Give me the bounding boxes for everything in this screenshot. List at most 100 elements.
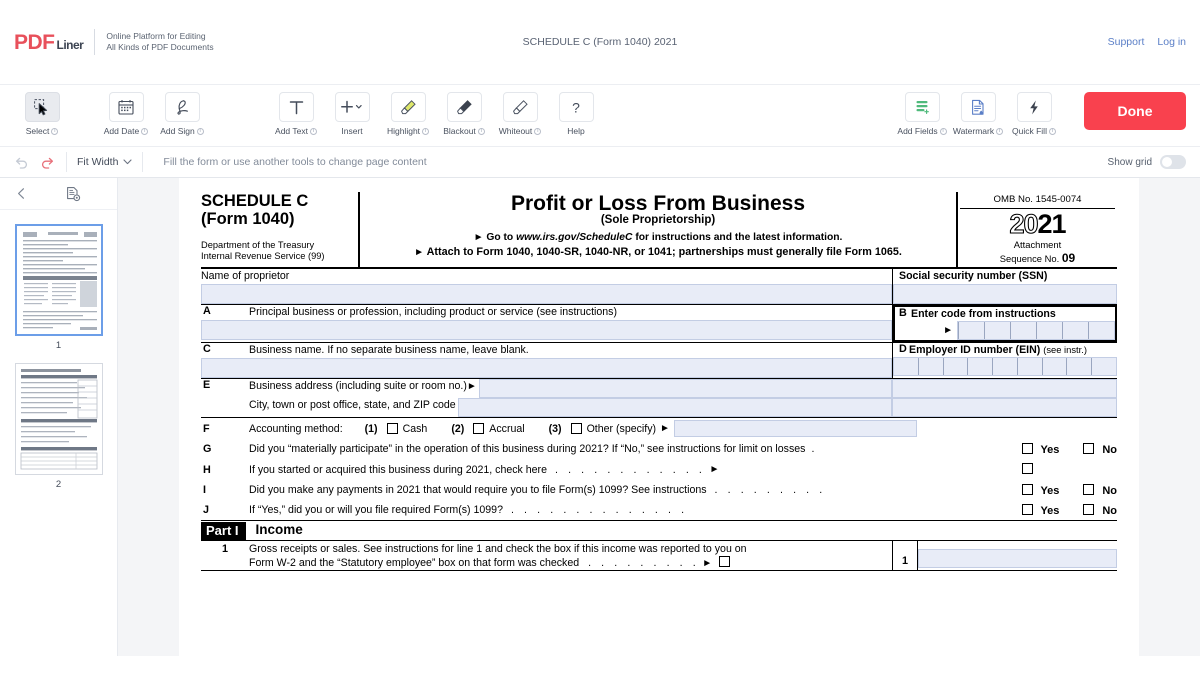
redo-arrow-icon[interactable] <box>34 151 60 173</box>
page-number-label: 1 <box>55 340 62 351</box>
zoom-level-select[interactable]: Fit Width <box>73 156 136 168</box>
tool-add-date[interactable]: Add Date i <box>98 91 154 136</box>
tool-quick-fill[interactable]: Quick Fill i <box>1006 91 1062 136</box>
ein-cell[interactable] <box>992 358 1017 376</box>
code-cell[interactable] <box>1010 322 1036 340</box>
page-thumbnail-item[interactable]: 1 <box>14 224 103 351</box>
line-a-input[interactable] <box>201 320 892 341</box>
name-proprietor-input[interactable] <box>201 283 892 304</box>
show-grid-toggle[interactable] <box>1160 155 1186 169</box>
attachment-label: Attachment <box>1013 239 1062 250</box>
info-icon[interactable]: i <box>1048 127 1056 135</box>
leader-dots: . . . . . . . . . <box>714 484 826 497</box>
line-g-yes-checkbox[interactable] <box>1021 442 1033 454</box>
page-sidebar: 1 2 <box>0 178 118 656</box>
undo-arrow-icon[interactable] <box>8 151 34 173</box>
tool-insert[interactable]: Insert <box>324 91 380 136</box>
line-e-address-input[interactable] <box>478 379 892 399</box>
ein-cell[interactable] <box>1016 358 1042 376</box>
page-thumbnail-1[interactable] <box>14 224 103 336</box>
pdf-page-1[interactable]: SCHEDULE C (Form 1040) Department of the… <box>179 178 1139 656</box>
line-i-no-checkbox[interactable] <box>1083 483 1095 495</box>
tool-whiteout[interactable]: Whiteout i <box>492 91 548 136</box>
line-c-input[interactable] <box>201 358 892 379</box>
line-h-checkbox[interactable] <box>1021 463 1033 475</box>
line-b-text: Enter code from instructions <box>911 307 1056 320</box>
done-button[interactable]: Done <box>1084 92 1186 130</box>
ein-cell[interactable] <box>894 358 918 375</box>
chevron-left-icon[interactable] <box>4 181 38 207</box>
line-f-opt1-label: Cash <box>402 422 428 435</box>
line-j-no-checkbox[interactable] <box>1083 503 1095 515</box>
line-a-letter: A <box>203 304 211 317</box>
ein-cell[interactable] <box>917 358 943 376</box>
line-1-statutory-checkbox[interactable] <box>719 555 731 567</box>
text-t-icon <box>278 92 314 122</box>
support-link[interactable]: Support <box>1108 36 1145 48</box>
page-settings-icon[interactable] <box>56 181 90 207</box>
tool-watermark[interactable]: Watermark i <box>950 91 1006 136</box>
ein-cell[interactable] <box>1091 358 1116 376</box>
tool-blackout[interactable]: Blackout i <box>436 91 492 136</box>
accounting-cash-checkbox[interactable] <box>386 423 398 435</box>
app-header: PDF Liner Online Platform for Editing Al… <box>0 0 1200 84</box>
sub-toolbar: Fit Width Fill the form or use another t… <box>0 146 1200 178</box>
line-j-yes-checkbox[interactable] <box>1021 503 1033 515</box>
line-b-code-input[interactable] <box>957 321 1115 341</box>
brand-tagline: Online Platform for Editing All Kinds of… <box>106 31 213 54</box>
add-fields-icon <box>904 92 940 122</box>
code-cell[interactable] <box>1062 322 1088 340</box>
accounting-accrual-checkbox[interactable] <box>473 423 485 435</box>
code-cell[interactable] <box>1088 322 1114 340</box>
info-icon[interactable]: i <box>422 127 430 135</box>
page-thumbnail-2[interactable] <box>14 363 103 475</box>
line-b-code-cells[interactable]: ► <box>895 321 1115 341</box>
lightning-icon <box>1016 92 1052 122</box>
info-icon[interactable]: i <box>939 127 947 135</box>
ein-cell[interactable] <box>942 358 968 376</box>
info-icon[interactable]: i <box>141 127 149 135</box>
tool-add-sign[interactable]: Add Sign i <box>154 91 210 136</box>
code-cell[interactable] <box>1036 322 1062 340</box>
code-cell[interactable] <box>958 322 984 340</box>
show-grid-control[interactable]: Show grid <box>1108 155 1200 169</box>
line-f-opt3-num: (3) <box>548 422 562 435</box>
info-icon[interactable]: i <box>196 127 204 135</box>
info-icon[interactable]: i <box>477 127 485 135</box>
tool-select[interactable]: Select i <box>14 91 70 136</box>
ssn-label: Social security number (SSN) <box>899 269 1048 282</box>
line-1-amount-input[interactable] <box>918 549 1117 569</box>
ssn-input[interactable] <box>893 283 1117 304</box>
form-header: SCHEDULE C (Form 1040) Department of the… <box>201 192 1117 269</box>
line-i-yes-checkbox[interactable] <box>1021 483 1033 495</box>
page-thumbnail-item[interactable]: 2 <box>14 363 103 490</box>
login-link[interactable]: Log in <box>1157 36 1186 48</box>
info-icon[interactable]: i <box>309 127 317 135</box>
info-icon[interactable]: i <box>996 127 1004 135</box>
document-canvas[interactable]: SCHEDULE C (Form 1040) Department of the… <box>118 178 1200 656</box>
line-c-letter: C <box>203 343 211 356</box>
tool-add-fields[interactable]: Add Fields i <box>894 91 950 136</box>
ein-cell[interactable] <box>967 358 992 376</box>
form-line-1: 1 Gross receipts or sales. See instructi… <box>201 540 1117 572</box>
dept-line-2: Internal Revenue Service (99) <box>201 251 325 262</box>
line-g-no-checkbox[interactable] <box>1083 442 1095 454</box>
line-d-ein-input[interactable] <box>893 357 1117 377</box>
ein-cell[interactable] <box>1041 358 1067 376</box>
ein-cell[interactable] <box>1066 358 1091 376</box>
line-e-city-input-right[interactable] <box>892 398 1117 418</box>
tool-help[interactable]: ? Help <box>548 91 604 136</box>
tool-highlight[interactable]: Highlight i <box>380 91 436 136</box>
line-e-address-input-right[interactable] <box>892 379 1117 399</box>
line-h-letter: H <box>203 463 211 476</box>
code-cell[interactable] <box>984 322 1010 340</box>
info-icon[interactable]: i <box>534 127 542 135</box>
line-1-text-row-2: Form W-2 and the “Statutory employee” bo… <box>249 555 892 570</box>
line-e-city-input[interactable] <box>457 398 892 418</box>
accounting-other-checkbox[interactable] <box>570 423 582 435</box>
tool-add-text[interactable]: Add Text i <box>268 91 324 136</box>
brand-logo[interactable]: PDF Liner Online Platform for Editing Al… <box>14 29 214 55</box>
accounting-other-input[interactable] <box>673 420 917 438</box>
info-icon[interactable]: i <box>51 127 59 135</box>
logo-divider <box>94 29 96 55</box>
